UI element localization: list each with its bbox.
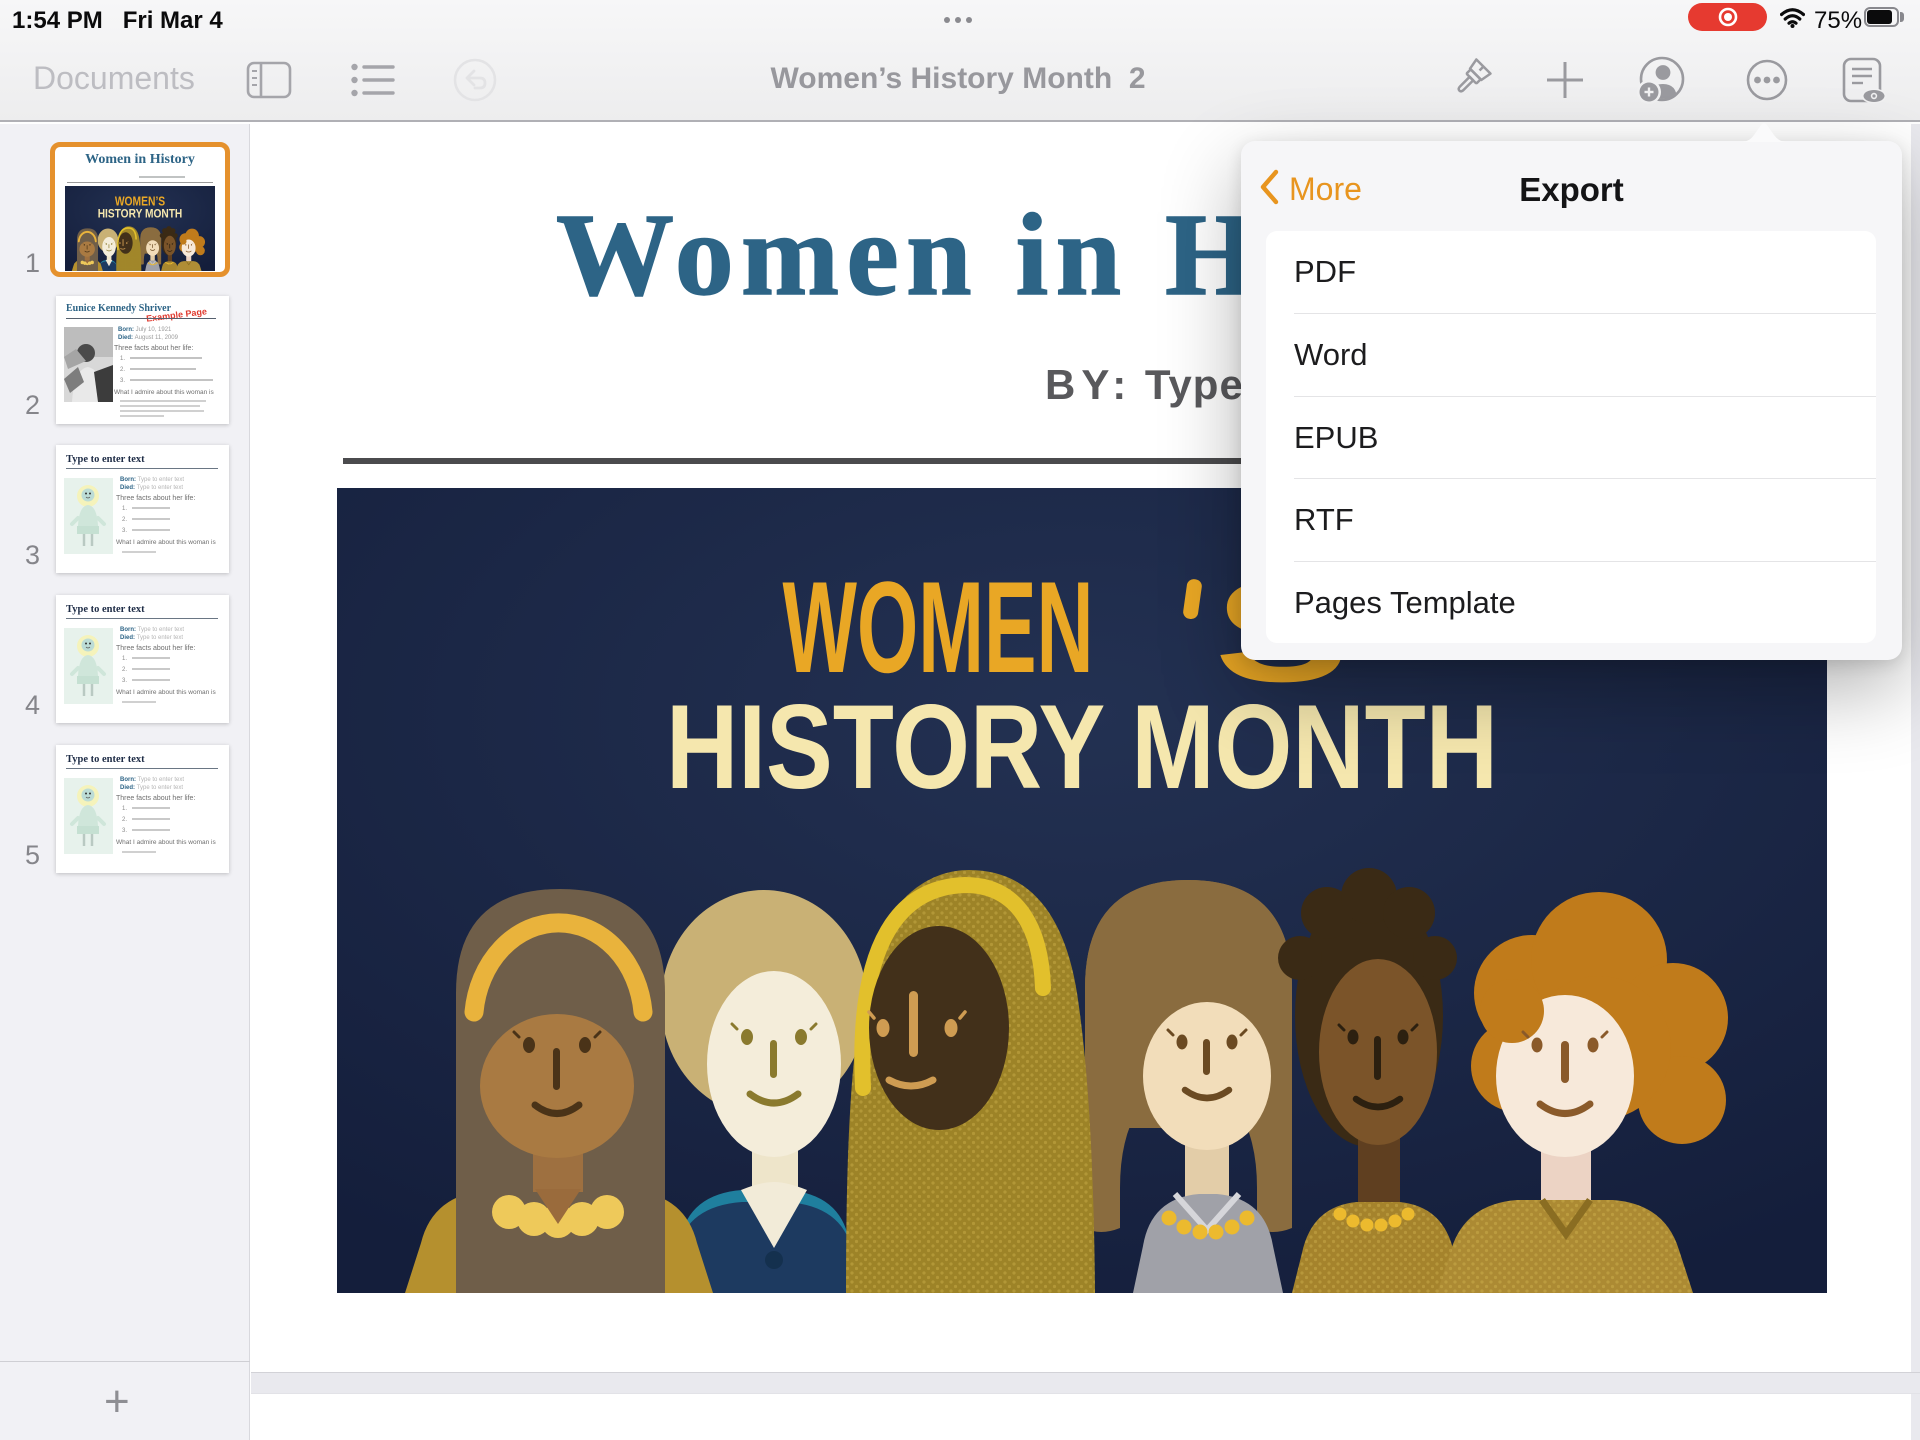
svg-text:HISTORY MONTH: HISTORY MONTH [98, 208, 183, 220]
svg-text:WOMEN’S: WOMEN’S [115, 194, 165, 208]
svg-text:WOMEN: WOMEN [783, 554, 1094, 700]
svg-text:HISTORY MONTH: HISTORY MONTH [666, 680, 1498, 814]
